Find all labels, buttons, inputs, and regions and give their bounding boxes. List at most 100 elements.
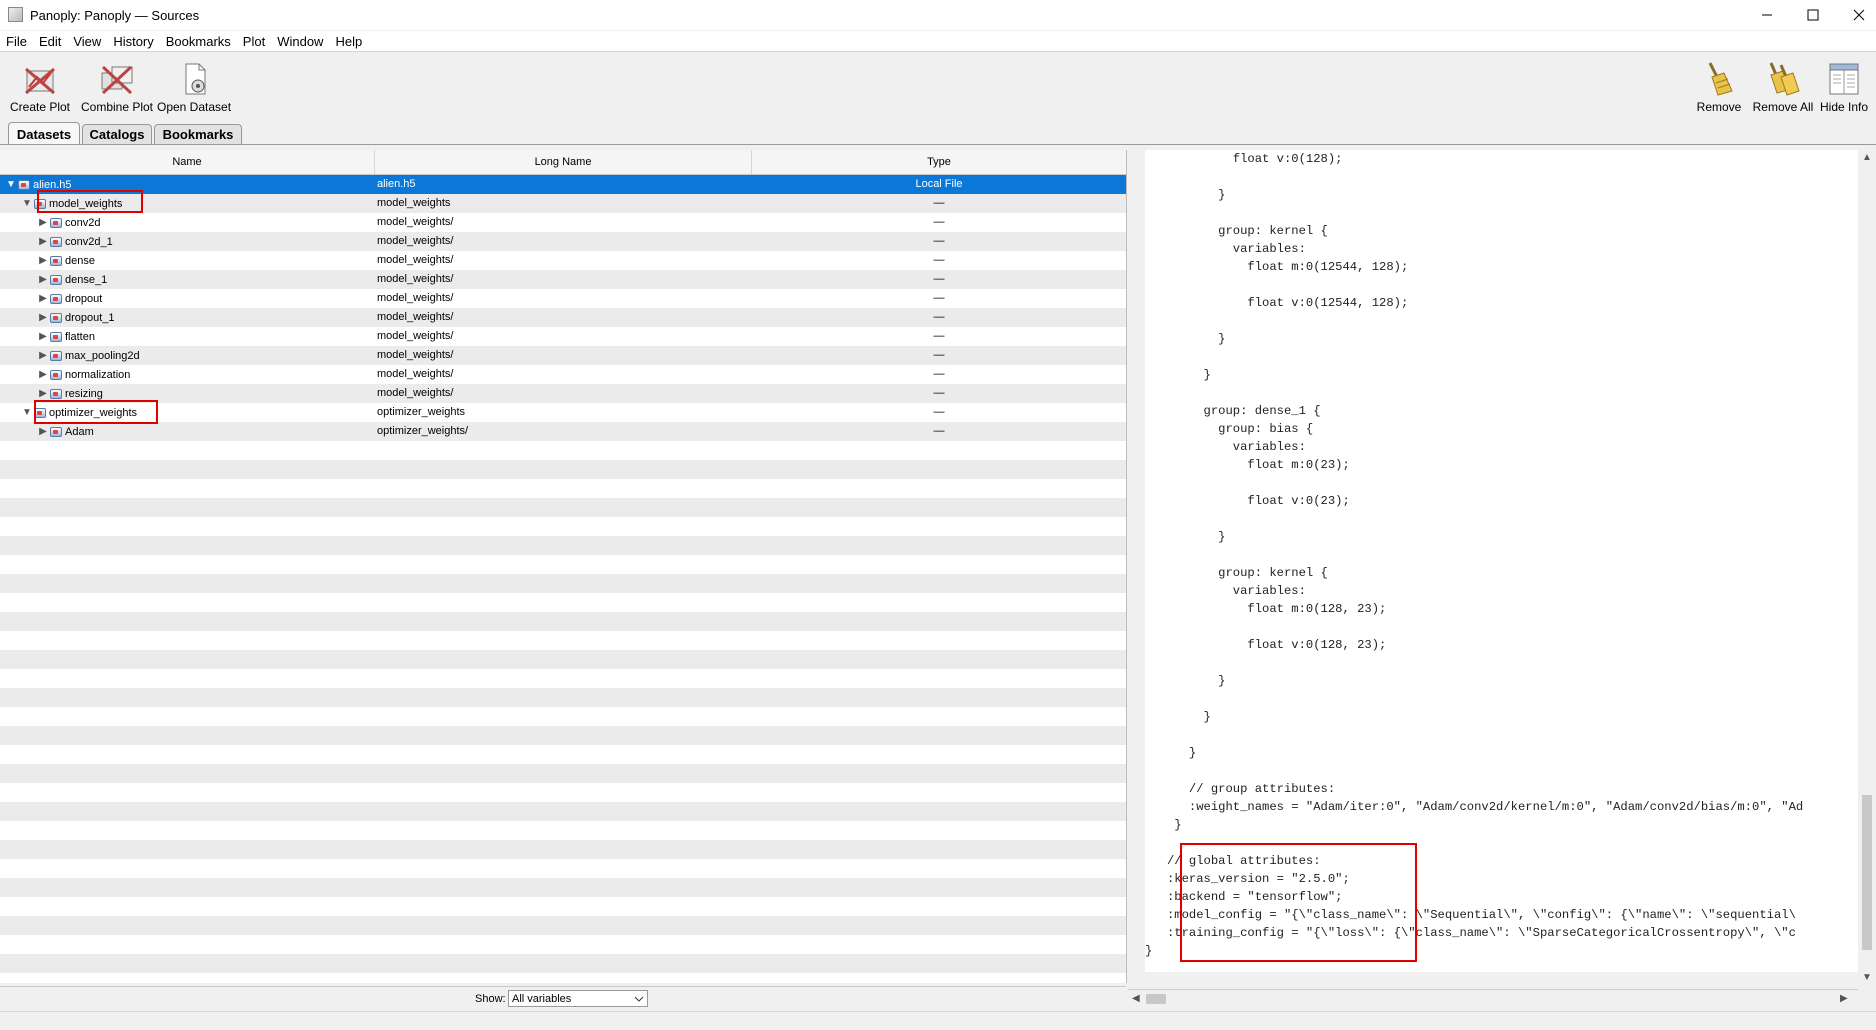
toolbar: Create Plot Combine Plot Open Dataset Re… [0, 52, 1876, 120]
table-row[interactable]: ▶ conv2d_1 model_weights/ — [0, 232, 1126, 251]
tab-divider [0, 144, 1876, 145]
row-long-name: model_weights/ [377, 387, 454, 399]
group-icon [50, 312, 62, 323]
row-type: — [933, 387, 945, 399]
expand-arrow-icon[interactable]: ▶ [36, 331, 50, 342]
row-long-name: model_weights/ [377, 330, 454, 342]
group-icon [50, 369, 62, 380]
table-row[interactable]: ▶ normalization model_weights/ — [0, 365, 1126, 384]
scroll-down-icon[interactable]: ▼ [1862, 972, 1872, 983]
scroll-up-icon[interactable]: ▲ [1862, 152, 1872, 163]
scroll-right-icon[interactable]: ▶ [1840, 993, 1848, 1004]
table-row[interactable]: ▶ resizing model_weights/ — [0, 384, 1126, 403]
column-header-type[interactable]: Type [752, 150, 1126, 174]
group-icon [50, 350, 62, 361]
vertical-scroll-thumb[interactable] [1862, 795, 1872, 950]
empty-row [0, 802, 1126, 821]
empty-row [0, 650, 1126, 669]
tree-name-cell: ▶ dense_1 [36, 270, 107, 289]
table-row[interactable]: ▼ optimizer_weights optimizer_weights — [0, 403, 1126, 422]
table-row[interactable]: ▼ model_weights model_weights — [0, 194, 1126, 213]
highlight-box-model-weights [37, 190, 143, 213]
empty-row [0, 726, 1126, 745]
table-row[interactable]: ▶ dense model_weights/ — [0, 251, 1126, 270]
row-type: — [933, 311, 945, 323]
info-vertical-scrollbar[interactable]: ▲ ▼ [1858, 150, 1876, 1007]
empty-row [0, 631, 1126, 650]
open-dataset-label: Open Dataset [156, 100, 232, 114]
table-row[interactable]: ▶ max_pooling2d model_weights/ — [0, 346, 1126, 365]
tree-name-cell: ▶ dropout_1 [36, 308, 114, 327]
menu-edit[interactable]: Edit [33, 34, 67, 49]
expand-arrow-icon[interactable]: ▶ [36, 426, 50, 437]
menu-history[interactable]: History [107, 34, 159, 49]
menu-view[interactable]: View [67, 34, 107, 49]
table-row[interactable]: ▶ Adam optimizer_weights/ — [0, 422, 1126, 441]
open-dataset-button[interactable]: Open Dataset [156, 60, 232, 118]
expand-arrow-icon[interactable]: ▶ [36, 293, 50, 304]
tree-name-cell: ▶ flatten [36, 327, 95, 346]
tree-name-cell: ▶ conv2d [36, 213, 100, 232]
row-name: dense_1 [65, 273, 108, 286]
column-header-long-name[interactable]: Long Name [375, 150, 752, 174]
scroll-left-icon[interactable]: ◀ [1132, 993, 1140, 1004]
empty-row [0, 555, 1126, 574]
expand-arrow-icon[interactable]: ▶ [36, 388, 50, 399]
combine-plot-button[interactable]: Combine Plot [81, 60, 153, 118]
table-row[interactable]: ▼ alien.h5 alien.h5 Local File [0, 175, 1126, 194]
empty-row [0, 859, 1126, 878]
table-header: Name Long Name Type [0, 150, 1126, 175]
row-name: dense [65, 254, 95, 267]
create-plot-label: Create Plot [9, 100, 71, 114]
empty-row [0, 479, 1126, 498]
column-header-name[interactable]: Name [0, 150, 375, 174]
menu-help[interactable]: Help [329, 34, 368, 49]
create-plot-button[interactable]: Create Plot [10, 60, 70, 118]
row-long-name: model_weights/ [377, 349, 454, 361]
row-type: — [933, 406, 945, 418]
row-long-name: optimizer_weights [377, 406, 466, 418]
expand-arrow-icon[interactable]: ▶ [36, 217, 50, 228]
menu-bookmarks[interactable]: Bookmarks [160, 34, 237, 49]
remove-all-button[interactable]: Remove All [1752, 60, 1814, 118]
table-row[interactable]: ▶ flatten model_weights/ — [0, 327, 1126, 346]
expand-arrow-icon[interactable]: ▶ [36, 255, 50, 266]
remove-all-label: Remove All [1752, 100, 1814, 114]
tab-catalogs[interactable]: Catalogs [82, 124, 152, 144]
menu-file[interactable]: File [0, 34, 33, 49]
table-row[interactable]: ▶ dense_1 model_weights/ — [0, 270, 1126, 289]
window-title: Panoply: Panoply — Sources [30, 8, 200, 23]
expand-arrow-icon[interactable]: ▶ [36, 369, 50, 380]
close-button[interactable] [1828, 0, 1876, 30]
menu-window[interactable]: Window [271, 34, 329, 49]
remove-button[interactable]: Remove [1694, 60, 1744, 118]
info-horizontal-scrollbar[interactable]: ◀ ▶ [1128, 989, 1858, 1008]
table-row[interactable]: ▶ conv2d model_weights/ — [0, 213, 1126, 232]
expand-arrow-icon[interactable]: ▶ [36, 350, 50, 361]
row-type: — [933, 368, 945, 380]
row-type: — [933, 425, 945, 437]
expand-arrow-icon[interactable]: ▶ [36, 236, 50, 247]
table-row[interactable]: ▶ dropout_1 model_weights/ — [0, 308, 1126, 327]
collapse-arrow-icon[interactable]: ▼ [20, 407, 34, 418]
row-long-name: model_weights/ [377, 292, 454, 304]
row-type: — [933, 197, 945, 209]
expand-arrow-icon[interactable]: ▶ [36, 274, 50, 285]
hide-info-button[interactable]: Hide Info [1818, 60, 1870, 118]
expand-arrow-icon[interactable]: ▶ [36, 312, 50, 323]
collapse-arrow-icon[interactable]: ▼ [20, 198, 34, 209]
collapse-arrow-icon[interactable]: ▼ [4, 179, 18, 190]
horizontal-scroll-thumb[interactable] [1146, 994, 1166, 1004]
tab-datasets[interactable]: Datasets [8, 122, 80, 145]
menu-plot[interactable]: Plot [237, 34, 271, 49]
show-select[interactable]: All variables [508, 990, 648, 1007]
empty-row [0, 745, 1126, 764]
show-select-value: All variables [512, 993, 572, 1005]
table-row[interactable]: ▶ dropout model_weights/ — [0, 289, 1126, 308]
group-icon [50, 236, 62, 247]
tab-bookmarks[interactable]: Bookmarks [154, 124, 242, 144]
row-name: alien.h5 [33, 178, 72, 191]
empty-row [0, 593, 1126, 612]
info-text-area[interactable]: float v:0(128); } group: kernel { variab… [1145, 150, 1858, 972]
create-plot-icon [21, 60, 59, 98]
